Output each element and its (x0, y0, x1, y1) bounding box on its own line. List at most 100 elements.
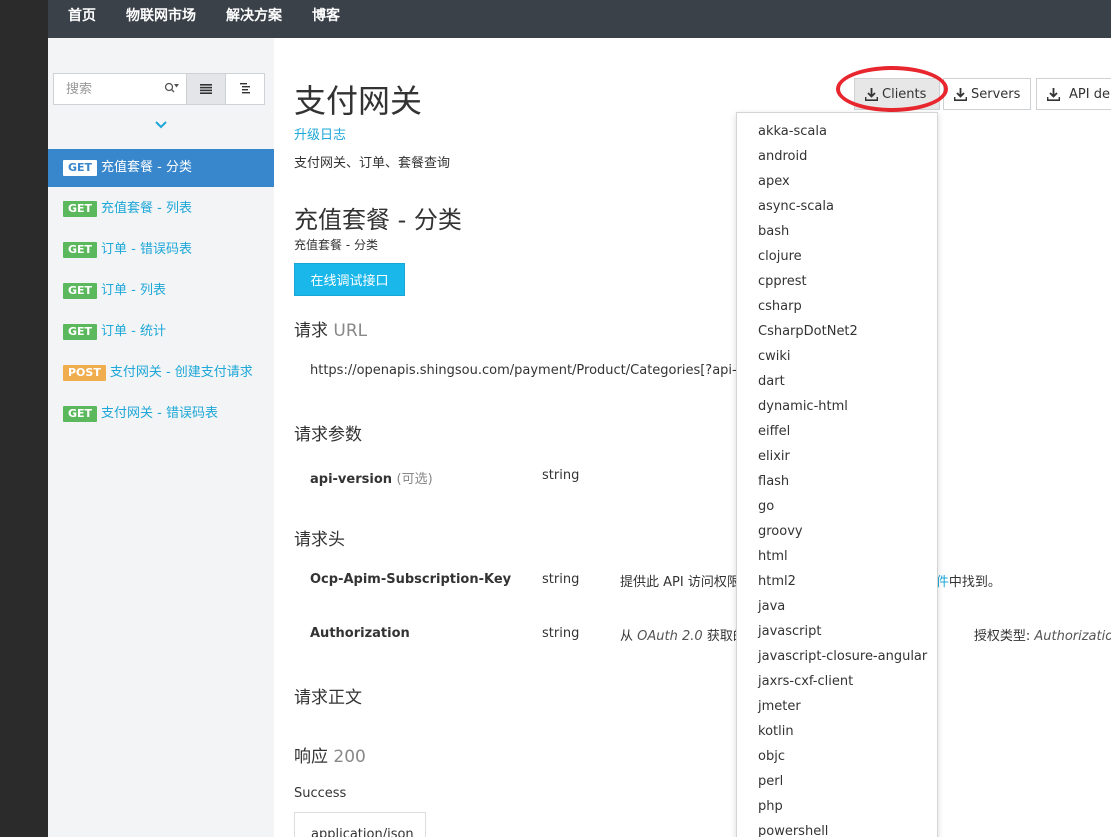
sidebar-item-order-errors[interactable]: GET 订单 - 错误码表 (48, 231, 274, 269)
client-option-csharp[interactable]: csharp (737, 294, 937, 319)
left-rail (0, 0, 48, 837)
client-option-eiffel[interactable]: eiffel (737, 419, 937, 444)
params-heading: 请求参数 (294, 425, 362, 445)
operation-list: GET 充值套餐 - 分类 GET 充值套餐 - 列表 GET 订单 - 错误码表 G… (48, 149, 274, 436)
clients-dropdown: akka-scala android apex async-scala bash cloj… (736, 112, 938, 837)
client-option-csharpdotnet2[interactable]: CsharpDotNet2 (737, 319, 937, 344)
body-heading: 请求正文 (294, 688, 362, 708)
servers-label: Servers (971, 86, 1021, 102)
header-desc-tail: 中找到。 (948, 575, 1001, 590)
client-option-clojure[interactable]: clojure (737, 244, 937, 269)
response-description: Success (294, 786, 347, 801)
request-url: https://openapis.shingsou.com/payment/Pr… (310, 363, 758, 378)
download-icon (865, 87, 878, 101)
method-badge: GET (63, 201, 98, 217)
sidebar: GET充值套餐 - 分类 GET充值套餐 - 列表 GET订单 - 错误码表 G… (48, 38, 274, 837)
sidebar-item-categories[interactable]: GET 充值套餐 - 分类 (48, 149, 274, 187)
content-type-tab[interactable]: application/json (294, 812, 426, 837)
chevron-down-icon[interactable] (154, 118, 168, 132)
request-url-heading-text: 请求 (294, 321, 328, 341)
sidebar-item-create-payment[interactable]: POST 支付网关 - 创建支付请求 (48, 354, 274, 392)
method-badge: GET (63, 160, 98, 176)
client-option-flash[interactable]: flash (737, 469, 937, 494)
client-option-javascript-closure-angular[interactable]: javascript-closure-angular (737, 644, 937, 669)
header-name: Ocp-Apim-Subscription-Key (310, 572, 512, 587)
try-it-button[interactable]: 在线调试接口 (294, 263, 405, 296)
nav-iot-market[interactable]: 物联网市场 (126, 0, 196, 25)
client-option-javascript[interactable]: javascript (737, 619, 937, 644)
header-type: string (542, 572, 580, 587)
client-option-dart[interactable]: dart (737, 369, 937, 394)
sidebar-item-payment-errors[interactable]: GET 支付网关 - 错误码表 (48, 395, 274, 433)
param-name-text: api-version (310, 472, 393, 487)
nav-home[interactable]: 首页 (68, 0, 96, 25)
sidebar-item-label: 订单 - 错误码表 (101, 242, 193, 257)
api-definition-button[interactable]: API de (1036, 78, 1111, 110)
tag-view-button[interactable] (225, 73, 265, 105)
changelog-link[interactable]: 升级日志 (294, 124, 346, 143)
top-nav: 首页 物联网市场 解决方案 博客 (48, 0, 1111, 38)
list-view-button[interactable] (186, 73, 226, 105)
client-option-elixir[interactable]: elixir (737, 444, 937, 469)
client-option-php[interactable]: php (737, 794, 937, 819)
sidebar-item-label: 充值套餐 - 列表 (101, 201, 193, 216)
sidebar-item-order-list[interactable]: GET 订单 - 列表 (48, 272, 274, 310)
client-option-perl[interactable]: perl (737, 769, 937, 794)
method-badge: GET (63, 324, 98, 340)
method-badge: GET (63, 406, 98, 422)
client-option-html2[interactable]: html2 (737, 569, 937, 594)
download-icon (1047, 87, 1060, 101)
list-icon (200, 84, 212, 94)
sidebar-item-label: 支付网关 - 创建支付请求 (109, 365, 253, 380)
client-option-bash[interactable]: bash (737, 219, 937, 244)
client-option-go[interactable]: go (737, 494, 937, 519)
client-option-async-scala[interactable]: async-scala (737, 194, 937, 219)
client-option-jmeter[interactable]: jmeter (737, 694, 937, 719)
search-input[interactable] (66, 81, 162, 97)
header-desc-text: 从 (620, 629, 634, 644)
client-option-java[interactable]: java (737, 594, 937, 619)
sidebar-item-label: 充值套餐 - 分类 (101, 160, 193, 175)
client-option-jaxrs-cxf-client[interactable]: jaxrs-cxf-client (737, 669, 937, 694)
param-type: string (542, 468, 580, 483)
sidebar-item-order-stats[interactable]: GET 订单 - 统计 (48, 313, 274, 351)
client-option-groovy[interactable]: groovy (737, 519, 937, 544)
sidebar-item-label: 订单 - 统计 (101, 324, 167, 339)
tree-icon (240, 83, 250, 94)
main-content: 支付网关 升级日志 支付网关、订单、套餐查询 充值套餐 - 分类 充值套餐 - … (274, 38, 1111, 837)
response-heading: 响应 200 (294, 742, 366, 767)
sidebar-item-label: 支付网关 - 错误码表 (101, 406, 219, 421)
api-definition-label: API de (1069, 86, 1110, 102)
client-option-powershell[interactable]: powershell (737, 819, 937, 837)
client-option-cwiki[interactable]: cwiki (737, 344, 937, 369)
nav-blog[interactable]: 博客 (312, 0, 340, 25)
servers-button[interactable]: Servers (943, 78, 1031, 110)
header-desc-tail: 授权类型: (973, 629, 1031, 644)
response-heading-text: 响应 (294, 747, 328, 767)
param-name: api-version (可选) (310, 468, 433, 487)
client-option-dynamic-html[interactable]: dynamic-html (737, 394, 937, 419)
header-desc-text: 提供此 API 访问权限 (620, 575, 740, 590)
api-title: 支付网关 (294, 82, 423, 120)
param-optional: (可选) (396, 472, 433, 487)
search-row (53, 73, 265, 105)
client-option-html[interactable]: html (737, 544, 937, 569)
client-option-objc[interactable]: objc (737, 744, 937, 769)
nav-solutions[interactable]: 解决方案 (226, 0, 282, 25)
method-badge: POST (63, 365, 106, 381)
sidebar-item-products[interactable]: GET 充值套餐 - 列表 (48, 190, 274, 228)
client-option-apex[interactable]: apex (737, 169, 937, 194)
operation-description: 充值套餐 - 分类 (294, 238, 378, 252)
client-option-cpprest[interactable]: cpprest (737, 269, 937, 294)
request-url-heading: 请求 URL (294, 316, 367, 341)
method-badge: GET (63, 283, 98, 299)
method-badge: GET (63, 242, 98, 258)
response-code: 200 (333, 747, 366, 767)
client-option-akka-scala[interactable]: akka-scala (737, 119, 937, 144)
headers-heading: 请求头 (294, 530, 345, 550)
client-option-android[interactable]: android (737, 144, 937, 169)
filter-icon[interactable] (164, 82, 180, 97)
client-option-kotlin[interactable]: kotlin (737, 719, 937, 744)
header-type: string (542, 626, 580, 641)
clients-button[interactable]: Clients (854, 78, 940, 110)
